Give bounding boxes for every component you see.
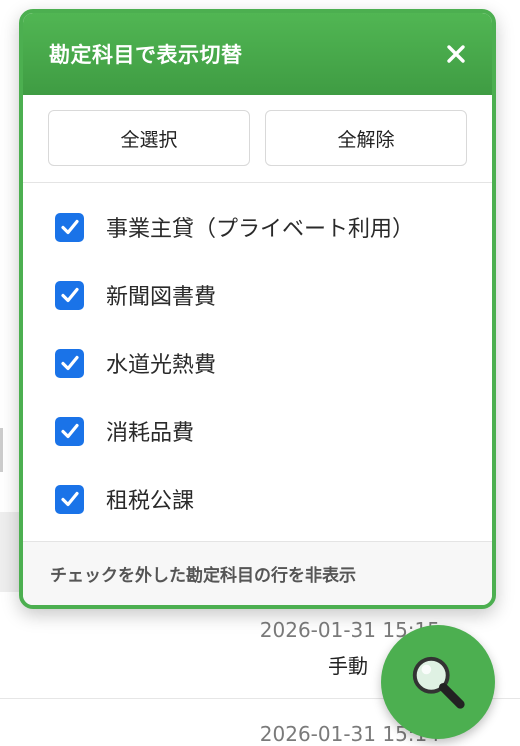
account-checkbox-list: 事業主貸（プライベート利用） 新聞図書費 水道光熱費 消耗品費 租税公課 — [23, 183, 492, 547]
select-all-button[interactable]: 全選択 — [48, 110, 250, 166]
account-checkbox-item[interactable]: 消耗品費 — [55, 397, 462, 465]
panel-title: 勘定科目で表示切替 — [49, 43, 243, 67]
checkmark-icon — [60, 423, 79, 439]
panel-footer: チェックを外した勘定科目の行を非表示 — [23, 541, 492, 605]
account-label: 水道光熱費 — [106, 353, 217, 378]
checkbox[interactable] — [55, 484, 84, 514]
panel-header: 勘定科目で表示切替 — [23, 13, 492, 95]
account-checkbox-item[interactable]: 事業主貸（プライベート利用） — [55, 193, 462, 261]
account-checkbox-item[interactable]: 租税公課 — [55, 465, 462, 533]
deselect-all-button[interactable]: 全解除 — [265, 110, 467, 166]
account-label: 新聞図書費 — [106, 285, 217, 310]
close-button[interactable] — [442, 40, 470, 68]
background-row-method: 手動 — [328, 654, 368, 678]
checkmark-icon — [60, 491, 79, 507]
background-row-edge — [0, 428, 3, 472]
checkbox[interactable] — [55, 416, 84, 446]
close-icon — [447, 45, 465, 63]
search-icon — [412, 656, 465, 709]
account-label: 消耗品費 — [106, 421, 195, 446]
checkbox[interactable] — [55, 348, 84, 378]
account-checkbox-item[interactable]: 新聞図書費 — [55, 261, 462, 329]
checkbox[interactable] — [55, 280, 84, 310]
account-filter-panel: 勘定科目で表示切替 全選択 全解除 事業主貸（プライベート利用） 新聞図書費 水… — [19, 9, 496, 609]
search-fab-button[interactable] — [381, 625, 495, 739]
checkmark-icon — [60, 287, 79, 303]
checkbox[interactable] — [55, 212, 84, 242]
selection-buttons: 全選択 全解除 — [23, 95, 492, 183]
account-checkbox-item[interactable]: 水道光熱費 — [55, 329, 462, 397]
account-label: 租税公課 — [106, 489, 195, 514]
checkmark-icon — [60, 219, 79, 235]
footer-note: チェックを外した勘定科目の行を非表示 — [50, 566, 356, 586]
checkmark-icon — [60, 355, 79, 371]
account-label: 事業主貸（プライベート利用） — [106, 217, 415, 242]
